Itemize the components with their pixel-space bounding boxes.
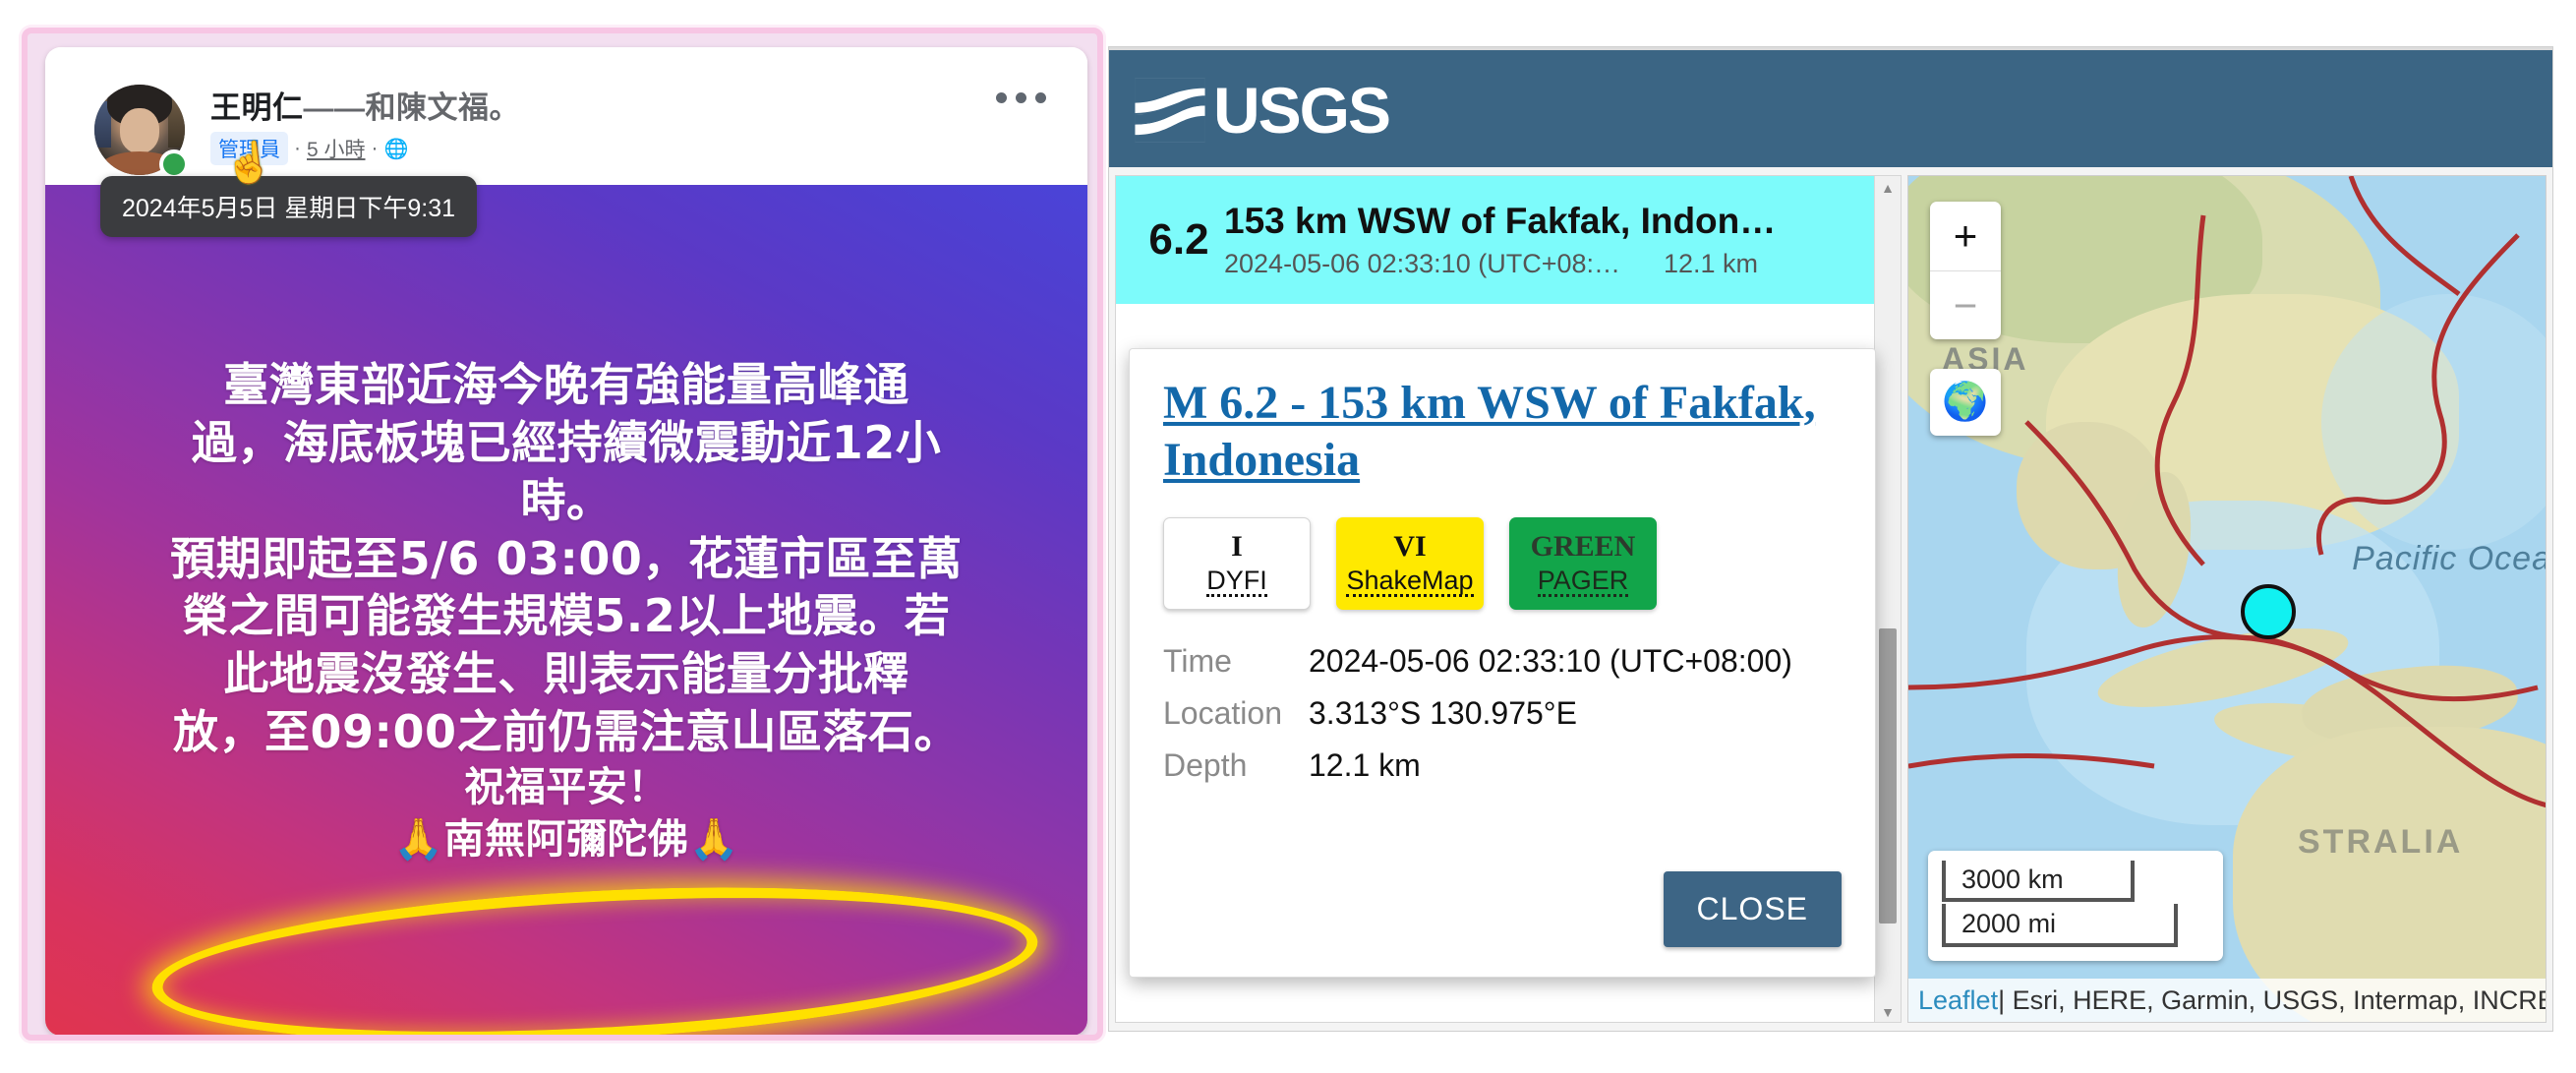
shakemap-badge[interactable]: VI ShakeMap xyxy=(1336,517,1484,611)
pager-level: GREEN xyxy=(1530,530,1636,564)
pointing-hand-cursor: ☝ xyxy=(221,139,275,188)
post-blessing: 祝福平安！ xyxy=(464,763,669,811)
map-attribution: Leaflet | Esri, HERE, Garmin, USGS, Inte… xyxy=(1908,979,2546,1022)
detail-label: Depth xyxy=(1163,747,1248,784)
globe-icon: 🌍 xyxy=(1942,382,1989,423)
pager-label: PAGER xyxy=(1537,566,1629,598)
post-line: 放，至09:00之前仍需注意山區落石。 xyxy=(173,705,960,759)
shakemap-intensity: VI xyxy=(1393,530,1427,564)
post-line: 臺灣東部近海今晚有強能量高峰通 xyxy=(223,357,909,411)
impact-badges: I DYFI VI ShakeMap GREEN PAGER xyxy=(1163,517,1842,611)
scale-mi: 2000 mi xyxy=(1942,904,2178,947)
meta-sep-1: · xyxy=(294,137,301,159)
meta-sep-2: · xyxy=(371,137,379,159)
post-line: 此地震沒發生、則表示能量分批釋 xyxy=(223,647,909,701)
usgs-content: 6.2 153 km WSW of Fakfak, Indon… 2024-05… xyxy=(1109,167,2552,1031)
detail-value: 12.1 km xyxy=(1309,747,1421,784)
highlight-ellipse-annotation xyxy=(147,867,1042,1035)
scrollbar-thumb[interactable] xyxy=(1879,628,1897,924)
post-line: 時。 xyxy=(520,473,613,527)
dyfi-label: DYFI xyxy=(1206,566,1267,598)
usgs-window: USGS 6.2 153 km WSW of Fakfak, Indon… 20… xyxy=(1109,47,2552,1031)
author-suffix: 。 xyxy=(489,90,520,125)
map-scale-bar: 3000 km 2000 mi xyxy=(1928,851,2223,961)
map-label-australia: STRALIA xyxy=(2298,823,2464,861)
usgs-logo[interactable]: USGS xyxy=(1133,74,1391,147)
post-chant: 🙏南無阿彌陀佛🙏 xyxy=(392,814,740,863)
zoom-control[interactable]: + − xyxy=(1930,202,2001,339)
detail-label: Location xyxy=(1163,695,1282,732)
detail-row-time: Time 2024-05-06 02:33:10 (UTC+08:00) xyxy=(1163,643,1842,680)
screenshot-canvas: 王明仁——和陳文福。 管理員 · 5 小時 · 🌐 2024年5月5日 星期日下… xyxy=(0,0,2576,1073)
ellipsis-icon[interactable] xyxy=(996,92,1046,103)
detail-label: Time xyxy=(1163,643,1232,680)
leaflet-map[interactable]: ASIA Pacific Ocea STRALIA + − 🌍 3000 km … xyxy=(1907,175,2547,1023)
magnitude-value: 6.2 xyxy=(1148,215,1209,264)
post-header: 王明仁——和陳文福。 管理員 · 5 小時 · 🌐 xyxy=(45,47,1087,185)
list-item-depth: 12.1 km xyxy=(1664,249,1759,278)
popup-title-link[interactable]: M 6.2 - 153 km WSW of Fakfak, Indonesia xyxy=(1163,375,1842,488)
dyfi-badge[interactable]: I DYFI xyxy=(1163,517,1311,611)
post-timestamp-link[interactable]: 5 小時 xyxy=(307,134,366,163)
post-line: 預期即起至5/6 03:00，花蓮市區至萬 xyxy=(170,531,963,585)
usgs-waves-logo-icon xyxy=(1135,78,1205,143)
pager-badge[interactable]: GREEN PAGER xyxy=(1509,517,1657,611)
basemap-toggle-button[interactable]: 🌍 xyxy=(1930,369,2001,436)
scale-km: 3000 km xyxy=(1942,861,2135,902)
post-text: 臺灣東部近海今晚有強能量高峰通 過，海底板塊已經持續微震動近12小 時。 預期即… xyxy=(73,356,1060,864)
facebook-post-card: 王明仁——和陳文福。 管理員 · 5 小時 · 🌐 2024年5月5日 星期日下… xyxy=(45,47,1087,1035)
author-with[interactable]: ——和陳文福 xyxy=(304,90,490,125)
list-item-time: 2024-05-06 02:33:10 (UTC+08:… xyxy=(1224,249,1620,278)
timestamp-tooltip: 2024年5月5日 星期日下午9:31 xyxy=(100,176,478,237)
caret-down-icon[interactable]: ▼ xyxy=(1875,1000,1901,1022)
online-status-indicator xyxy=(159,149,189,179)
leaflet-link[interactable]: Leaflet xyxy=(1918,985,1998,1016)
minus-icon[interactable]: − xyxy=(1930,270,2001,339)
close-button[interactable]: CLOSE xyxy=(1663,871,1842,947)
usgs-header-band: USGS xyxy=(1109,47,2552,170)
list-item-info: 153 km WSW of Fakfak, Indon… 2024-05-06 … xyxy=(1224,201,1883,279)
facebook-post-frame: 王明仁——和陳文福。 管理員 · 5 小時 · 🌐 2024年5月5日 星期日下… xyxy=(22,28,1103,1041)
list-item-title: 153 km WSW of Fakfak, Indon… xyxy=(1224,201,1777,241)
list-item[interactable]: 6.2 153 km WSW of Fakfak, Indon… 2024-05… xyxy=(1116,176,1901,304)
author-primary[interactable]: 王明仁 xyxy=(210,90,304,125)
map-label-pacific-ocean: Pacific Ocea xyxy=(2352,540,2547,577)
post-line: 過，海底板塊已經持續微震動近12小 xyxy=(191,415,942,469)
globe-icon[interactable]: 🌐 xyxy=(384,137,409,161)
plus-icon[interactable]: + xyxy=(1930,202,2001,270)
detail-rows: Time 2024-05-06 02:33:10 (UTC+08:00) Loc… xyxy=(1163,643,1842,784)
dyfi-intensity: I xyxy=(1231,530,1243,564)
attribution-providers: | Esri, HERE, Garmin, USGS, Intermap, IN… xyxy=(1998,984,2546,1015)
list-scrollbar[interactable]: ▲ ▼ xyxy=(1874,176,1901,1022)
post-line: 榮之間可能發生規模5.2以上地震。若 xyxy=(182,589,951,643)
post-body: 臺灣東部近海今晚有強能量高峰通 過，海底板塊已經持續微震動近12小 時。 預期即… xyxy=(45,185,1087,1035)
usgs-wordmark: USGS xyxy=(1213,74,1391,147)
detail-value: 2024-05-06 02:33:10 (UTC+08:00) xyxy=(1309,643,1792,680)
post-author-name[interactable]: 王明仁——和陳文福。 xyxy=(210,83,520,127)
list-item-sub: 2024-05-06 02:33:10 (UTC+08:… 12.1 km xyxy=(1224,249,1883,279)
caret-up-icon[interactable]: ▲ xyxy=(1875,176,1901,200)
detail-row-location: Location 3.313°S 130.975°E xyxy=(1163,695,1842,732)
detail-value: 3.313°S 130.975°E xyxy=(1309,695,1577,732)
earthquake-detail-popup: M 6.2 - 153 km WSW of Fakfak, Indonesia … xyxy=(1129,348,1876,978)
earthquake-marker[interactable] xyxy=(2241,584,2296,639)
shakemap-label: ShakeMap xyxy=(1346,566,1474,598)
detail-row-depth: Depth 12.1 km xyxy=(1163,747,1842,784)
